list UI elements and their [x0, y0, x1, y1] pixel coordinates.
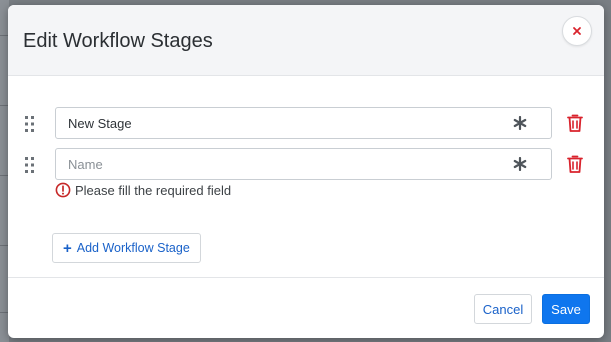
trash-icon[interactable]	[566, 154, 584, 174]
close-icon	[573, 27, 581, 35]
edit-workflow-stages-dialog: Edit Workflow Stages New Stage Name Plea…	[8, 5, 604, 338]
drag-handle-icon[interactable]	[23, 156, 37, 174]
drag-handle-icon[interactable]	[23, 115, 37, 133]
asterisk-icon	[513, 157, 527, 171]
stage-name-input[interactable]	[55, 107, 552, 139]
trash-icon[interactable]	[566, 113, 584, 133]
close-button[interactable]	[562, 16, 592, 46]
dialog-header: Edit Workflow Stages	[8, 5, 604, 76]
add-workflow-stage-button[interactable]: + Add Workflow Stage	[52, 233, 201, 263]
validation-error: Please fill the required field	[55, 181, 231, 199]
stage-row	[8, 107, 604, 141]
stage-row	[8, 148, 604, 182]
cancel-button[interactable]: Cancel	[474, 294, 532, 324]
dialog-title: Edit Workflow Stages	[23, 30, 213, 52]
error-message: Please fill the required field	[75, 182, 232, 198]
error-icon	[55, 182, 71, 198]
add-workflow-stage-label: Add Workflow Stage	[76, 241, 190, 255]
stage-name-input[interactable]	[55, 148, 552, 180]
asterisk-icon	[513, 116, 527, 130]
dialog-footer: Cancel Save	[8, 277, 604, 338]
save-button[interactable]: Save	[542, 294, 590, 324]
plus-icon: +	[63, 239, 72, 257]
